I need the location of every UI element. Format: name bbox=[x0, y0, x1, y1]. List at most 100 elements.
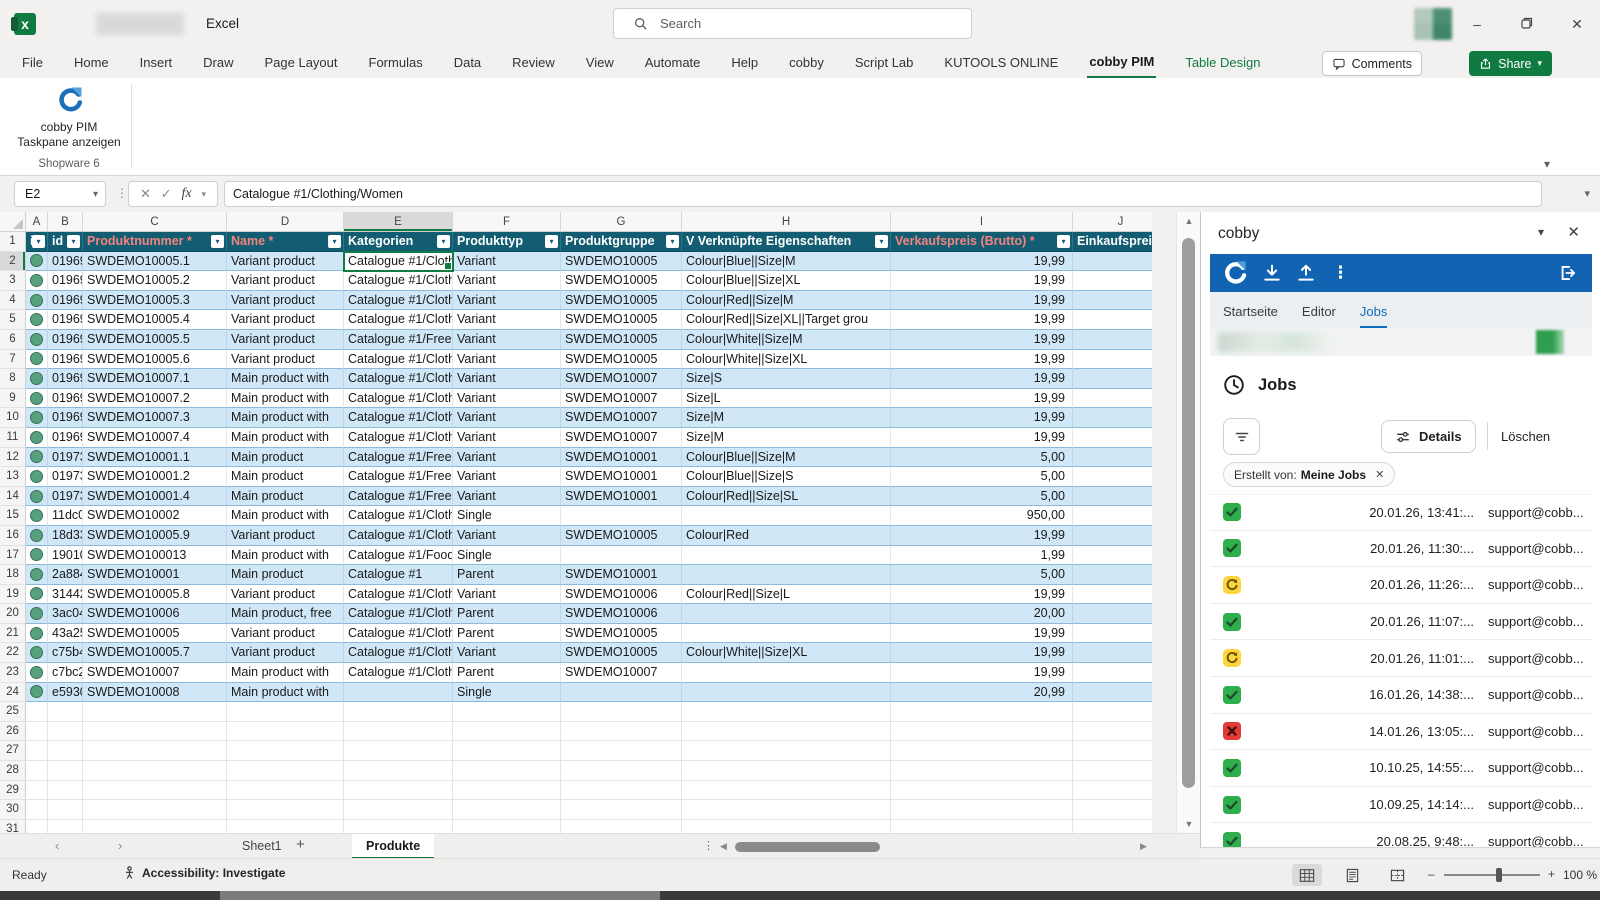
spreadsheet[interactable]: ABCDEFGHIJ1i▾id▾Produktnummer *▾Name *▾K… bbox=[0, 212, 1152, 833]
empty-cell[interactable] bbox=[227, 820, 344, 833]
scrollbar-kebab-icon[interactable]: ⋮ bbox=[703, 839, 714, 852]
cell-C15[interactable]: SWDEMO10002 bbox=[83, 506, 227, 526]
status-dot-cell[interactable] bbox=[26, 310, 48, 330]
cell-F6[interactable]: Variant bbox=[453, 330, 561, 350]
cell-J10[interactable] bbox=[1073, 408, 1152, 428]
cell-F10[interactable]: Variant bbox=[453, 408, 561, 428]
empty-cell[interactable] bbox=[344, 820, 453, 833]
cell-F16[interactable]: Variant bbox=[453, 526, 561, 546]
empty-cell[interactable] bbox=[453, 741, 561, 761]
cell-B17[interactable]: 19010 bbox=[48, 546, 83, 566]
cell-C8[interactable]: SWDEMO10007.1 bbox=[83, 369, 227, 389]
details-button[interactable]: Details bbox=[1381, 420, 1476, 453]
cell-F12[interactable]: Variant bbox=[453, 448, 561, 468]
cell-J24[interactable] bbox=[1073, 683, 1152, 703]
ribbon-tab-script-lab[interactable]: Script Lab bbox=[853, 50, 916, 77]
cell-B10[interactable]: 01969 bbox=[48, 408, 83, 428]
cell-D14[interactable]: Main product bbox=[227, 487, 344, 507]
cell-D24[interactable]: Main product with bbox=[227, 683, 344, 703]
empty-cell[interactable] bbox=[48, 722, 83, 742]
empty-cell[interactable] bbox=[48, 702, 83, 722]
column-letter-A[interactable]: A bbox=[26, 212, 48, 232]
cell-D11[interactable]: Main product with bbox=[227, 428, 344, 448]
logout-icon[interactable] bbox=[1556, 262, 1578, 289]
row-number-25[interactable]: 25 bbox=[0, 702, 26, 722]
vertical-scrollbar[interactable]: ▲ ▼ bbox=[1176, 212, 1200, 833]
cell-H13[interactable]: Colour|Blue||Size|S bbox=[682, 467, 891, 487]
status-dot-cell[interactable] bbox=[26, 487, 48, 507]
taskpane-close-icon[interactable]: ✕ bbox=[1567, 223, 1580, 241]
cell-F17[interactable]: Single bbox=[453, 546, 561, 566]
cell-B13[interactable]: 01973 bbox=[48, 467, 83, 487]
status-dot-cell[interactable] bbox=[26, 526, 48, 546]
empty-cell[interactable] bbox=[453, 722, 561, 742]
cell-B6[interactable]: 01969 bbox=[48, 330, 83, 350]
row-number-14[interactable]: 14 bbox=[0, 487, 26, 507]
cell-B3[interactable]: 01969 bbox=[48, 271, 83, 291]
cell-J9[interactable] bbox=[1073, 389, 1152, 409]
cell-E2[interactable]: Catalogue #1/Clothing/Women bbox=[344, 252, 453, 272]
status-dot-cell[interactable] bbox=[26, 408, 48, 428]
cell-F13[interactable]: Variant bbox=[453, 467, 561, 487]
share-button[interactable]: Share ▾ bbox=[1469, 51, 1552, 76]
cell-G7[interactable]: SWDEMO10005 bbox=[561, 350, 682, 370]
cell-D5[interactable]: Variant product bbox=[227, 310, 344, 330]
filter-dropdown-icon[interactable]: ▾ bbox=[328, 235, 341, 248]
cell-D13[interactable]: Main product bbox=[227, 467, 344, 487]
empty-cell[interactable] bbox=[83, 722, 227, 742]
cell-E11[interactable]: Catalogue #1/Clothing bbox=[344, 428, 453, 448]
cell-H8[interactable]: Size|S bbox=[682, 369, 891, 389]
horizontal-scrollbar-thumb[interactable] bbox=[735, 842, 880, 852]
cell-F19[interactable]: Variant bbox=[453, 585, 561, 605]
cell-B2[interactable]: 01969 bbox=[48, 252, 83, 272]
minimize-button[interactable]: – bbox=[1460, 10, 1494, 38]
cell-B19[interactable]: 31442 bbox=[48, 585, 83, 605]
cell-I8[interactable]: 19,99 bbox=[891, 369, 1073, 389]
status-dot-cell[interactable] bbox=[26, 389, 48, 409]
empty-cell[interactable] bbox=[891, 761, 1073, 781]
confirm-entry-icon[interactable]: ✓ bbox=[161, 186, 172, 202]
row-number-9[interactable]: 9 bbox=[0, 389, 26, 409]
taskpane-chevron-icon[interactable]: ▾ bbox=[1538, 225, 1544, 239]
column-header-E[interactable]: Kategorien▾ bbox=[344, 232, 453, 252]
cell-D23[interactable]: Main product with bbox=[227, 663, 344, 683]
ribbon-tab-insert[interactable]: Insert bbox=[138, 50, 175, 77]
cell-E15[interactable]: Catalogue #1/Clothing bbox=[344, 506, 453, 526]
empty-cell[interactable] bbox=[26, 722, 48, 742]
cell-J11[interactable] bbox=[1073, 428, 1152, 448]
cell-H4[interactable]: Colour|Red||Size|M bbox=[682, 291, 891, 311]
column-header-I[interactable]: Verkaufspreis (Brutto) *▾ bbox=[891, 232, 1073, 252]
cell-I9[interactable]: 19,99 bbox=[891, 389, 1073, 409]
cell-C20[interactable]: SWDEMO10006 bbox=[83, 604, 227, 624]
cell-C3[interactable]: SWDEMO10005.2 bbox=[83, 271, 227, 291]
empty-cell[interactable] bbox=[1073, 800, 1152, 820]
empty-cell[interactable] bbox=[682, 722, 891, 742]
cell-E17[interactable]: Catalogue #1/Food bbox=[344, 546, 453, 566]
cell-E14[interactable]: Catalogue #1/Free bbox=[344, 487, 453, 507]
name-box[interactable]: E2 ▾ bbox=[14, 181, 106, 207]
cell-D18[interactable]: Main product bbox=[227, 565, 344, 585]
cell-C6[interactable]: SWDEMO10005.5 bbox=[83, 330, 227, 350]
cell-E7[interactable]: Catalogue #1/Clothing bbox=[344, 350, 453, 370]
empty-cell[interactable] bbox=[561, 741, 682, 761]
row-number-21[interactable]: 21 bbox=[0, 624, 26, 644]
cell-G18[interactable]: SWDEMO10001 bbox=[561, 565, 682, 585]
cell-B16[interactable]: 18d33 bbox=[48, 526, 83, 546]
cell-C2[interactable]: SWDEMO10005.1 bbox=[83, 252, 227, 272]
cell-C14[interactable]: SWDEMO10001.4 bbox=[83, 487, 227, 507]
column-header-A[interactable]: i▾ bbox=[26, 232, 48, 252]
job-row[interactable]: 20.08.25, 9:48:...support@cobb... bbox=[1210, 823, 1592, 848]
panel-tab-editor[interactable]: Editor bbox=[1302, 304, 1336, 328]
empty-cell[interactable] bbox=[227, 702, 344, 722]
cell-I21[interactable]: 19,99 bbox=[891, 624, 1073, 644]
cell-I5[interactable]: 19,99 bbox=[891, 310, 1073, 330]
cell-H22[interactable]: Colour|White||Size|XL bbox=[682, 643, 891, 663]
cell-F9[interactable]: Variant bbox=[453, 389, 561, 409]
cell-F18[interactable]: Parent bbox=[453, 565, 561, 585]
status-dot-cell[interactable] bbox=[26, 330, 48, 350]
avatar[interactable] bbox=[1414, 8, 1452, 40]
cell-B4[interactable]: 01969 bbox=[48, 291, 83, 311]
name-box-chevron-icon[interactable]: ▾ bbox=[93, 182, 98, 208]
empty-cell[interactable] bbox=[83, 761, 227, 781]
cell-G5[interactable]: SWDEMO10005 bbox=[561, 310, 682, 330]
